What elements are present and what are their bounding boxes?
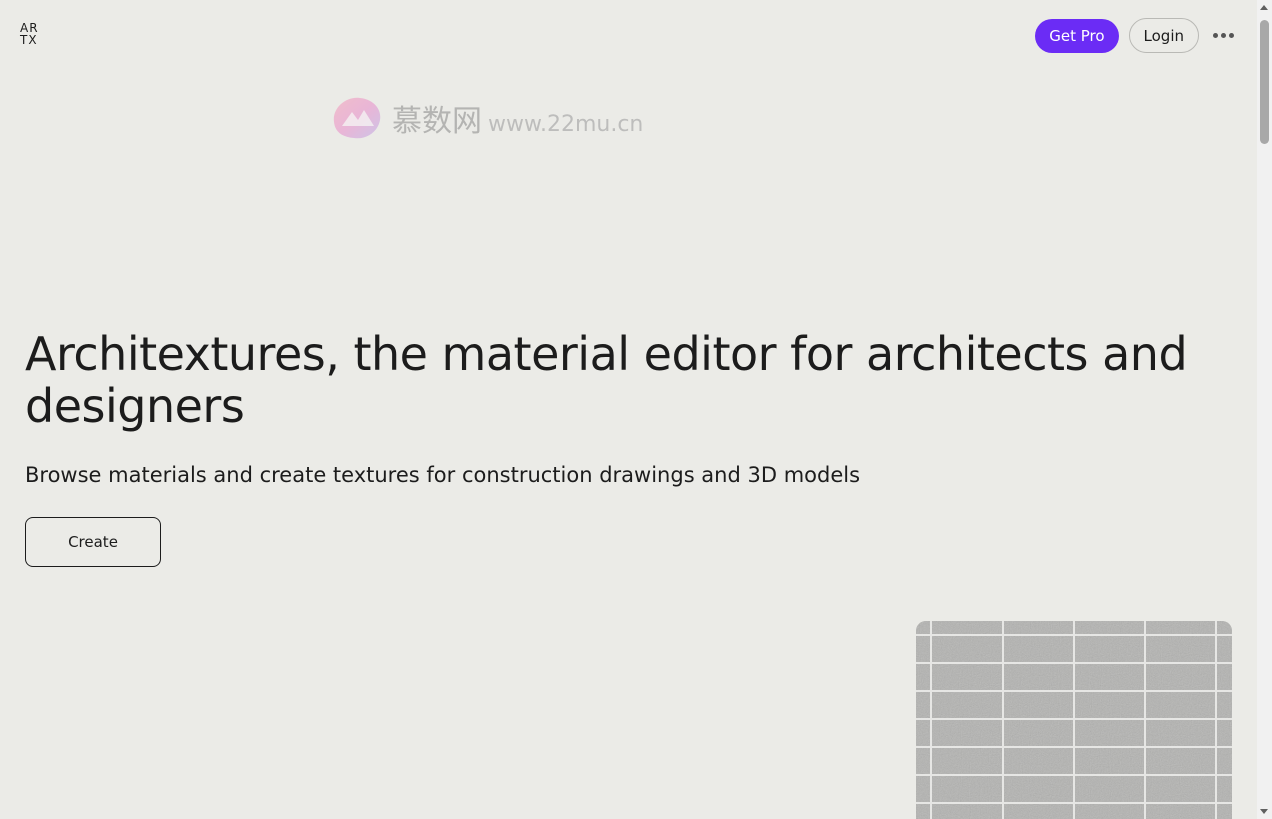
brick-texture-image — [916, 621, 1232, 819]
hero-subtitle: Browse materials and create textures for… — [25, 463, 861, 487]
header-actions: Get Pro Login — [1035, 18, 1237, 53]
scrollbar-thumb[interactable] — [1260, 20, 1269, 144]
get-pro-button[interactable]: Get Pro — [1035, 18, 1119, 53]
scroll-down-arrow-icon[interactable] — [1260, 809, 1268, 814]
login-button[interactable]: Login — [1128, 18, 1199, 53]
texture-preview-card[interactable] — [916, 621, 1232, 819]
page: AR TX Get Pro Login 慕数网 www.22mu.cn Arch… — [0, 0, 1257, 819]
scroll-up-arrow-icon[interactable] — [1260, 5, 1268, 10]
more-horizontal-icon[interactable] — [1209, 22, 1237, 50]
artx-logo[interactable]: AR TX — [20, 22, 48, 50]
hero-title: Architextures, the material editor for a… — [25, 327, 1188, 433]
watermark-url: www.22mu.cn — [488, 111, 644, 137]
watermark: 慕数网 www.22mu.cn — [328, 92, 643, 144]
watermark-chinese-text: 慕数网 — [392, 104, 482, 139]
page-scrollbar[interactable] — [1257, 0, 1272, 819]
watermark-logo-icon — [333, 97, 381, 139]
logo-line-2: TX — [20, 33, 38, 47]
create-button[interactable]: Create — [25, 517, 161, 567]
